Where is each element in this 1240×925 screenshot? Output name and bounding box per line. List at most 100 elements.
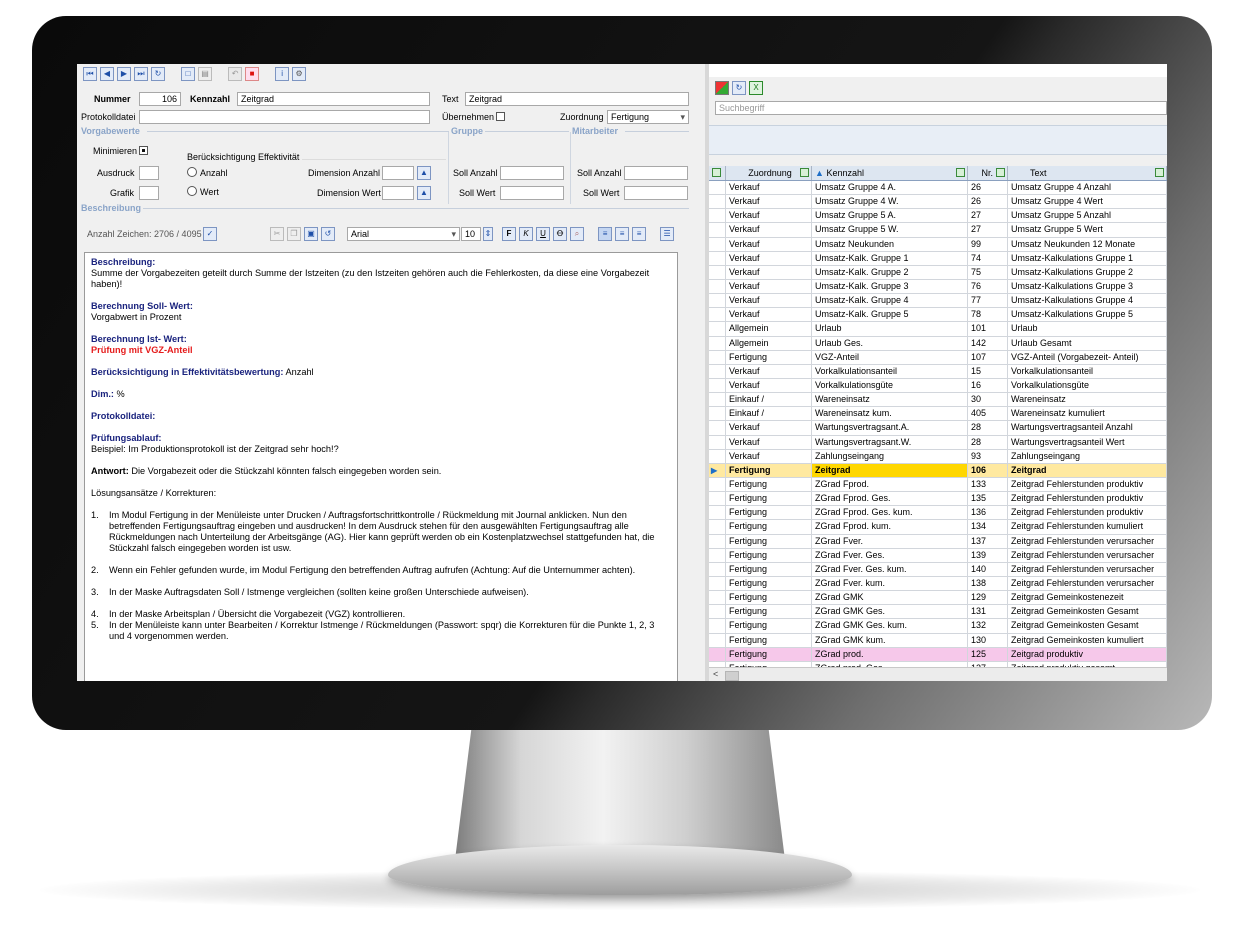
- dimension-anzahl-field[interactable]: [382, 166, 414, 180]
- table-row[interactable]: Fertigung ZGrad GMK Ges. 131 Zeitgrad Gemei…: [709, 605, 1167, 620]
- settings-icon[interactable]: ⚙: [292, 67, 307, 81]
- spellcheck-icon[interactable]: ✓: [203, 227, 217, 241]
- row-indicator[interactable]: [709, 350, 726, 364]
- filter-icon[interactable]: [956, 168, 965, 177]
- grafik-field[interactable]: [139, 186, 159, 200]
- table-row[interactable]: Fertigung ZGrad Fprod. kum. 134 Zeitgrad Fe…: [709, 520, 1167, 535]
- row-indicator[interactable]: [709, 209, 726, 223]
- table-row[interactable]: Verkauf Wartungsvertragsant.A. 28 Wartungsv…: [709, 421, 1167, 436]
- next-record-icon[interactable]: ▶: [117, 67, 131, 81]
- find-icon[interactable]: ⌕: [570, 227, 584, 241]
- row-indicator[interactable]: [709, 477, 726, 492]
- kennzahl-field[interactable]: Zeitgrad: [237, 92, 430, 106]
- bold-icon[interactable]: F: [502, 227, 516, 241]
- row-indicator[interactable]: [709, 393, 726, 407]
- table-row[interactable]: Verkauf Umsatz-Kalk. Gruppe 1 74 Umsatz-Kal…: [709, 251, 1167, 266]
- table-row[interactable]: Verkauf Vorkalkulationsgüte 16 Vorkalkulati…: [709, 378, 1167, 394]
- row-indicator[interactable]: [709, 449, 726, 463]
- filter-icon[interactable]: [800, 168, 809, 177]
- description-editor[interactable]: Beschreibung: Summe der Vorgabezeiten get…: [84, 252, 678, 681]
- font-size-field[interactable]: 10: [461, 227, 481, 241]
- row-indicator[interactable]: [709, 421, 726, 435]
- header-nr[interactable]: Nr.: [968, 166, 1008, 180]
- anzahl-radio[interactable]: Anzahl: [187, 167, 228, 178]
- scrollbar-thumb[interactable]: [725, 671, 739, 681]
- bullet-list-icon[interactable]: ☰: [660, 227, 675, 241]
- table-row[interactable]: Allgemein Urlaub Ges. 142 Urlaub Gesamt: [709, 336, 1167, 351]
- previous-record-icon[interactable]: ◀: [100, 67, 114, 81]
- dimension-anzahl-picker-icon[interactable]: ▲: [417, 166, 431, 180]
- table-row[interactable]: Verkauf Umsatz Gruppe 5 W. 27 Umsatz Gruppe…: [709, 223, 1167, 238]
- row-indicator[interactable]: [709, 506, 726, 520]
- zuordnung-dropdown[interactable]: Fertigung ▾: [607, 110, 689, 124]
- table-row[interactable]: Fertigung VGZ-Anteil 107 VGZ-Anteil (Vorgab…: [709, 350, 1167, 365]
- ausdruck-field[interactable]: [139, 166, 159, 180]
- table-row[interactable]: Fertigung ZGrad Fver. 137 Zeitgrad Fehlerst…: [709, 534, 1167, 549]
- row-indicator[interactable]: [709, 364, 726, 378]
- minimieren-checkbox[interactable]: [139, 146, 148, 155]
- row-indicator[interactable]: [709, 534, 726, 548]
- row-indicator[interactable]: [709, 619, 726, 633]
- row-indicator[interactable]: [709, 294, 726, 308]
- font-name-dropdown[interactable]: Arial ▾: [347, 227, 460, 241]
- mitarbeiter-soll-wert-field[interactable]: [624, 186, 688, 200]
- info-icon[interactable]: i: [275, 67, 290, 81]
- row-indicator[interactable]: [709, 492, 726, 506]
- last-record-icon[interactable]: ⏭: [134, 67, 148, 81]
- align-left-icon[interactable]: ≡: [598, 227, 613, 241]
- row-indicator[interactable]: [709, 223, 726, 237]
- new-record-icon[interactable]: □: [181, 67, 196, 81]
- table-row[interactable]: Verkauf Umsatz Neukunden 99 Umsatz Neukunde…: [709, 237, 1167, 252]
- first-record-icon[interactable]: ⏮: [83, 67, 97, 81]
- row-indicator[interactable]: [709, 407, 726, 421]
- current-row-arrow-icon[interactable]: ▶: [709, 463, 726, 477]
- filter-icon[interactable]: [1155, 168, 1164, 177]
- table-row[interactable]: Verkauf Wartungsvertragsant.W. 28 Wartungsv…: [709, 435, 1167, 450]
- row-indicator[interactable]: [709, 265, 726, 279]
- gruppe-soll-wert-field[interactable]: [500, 186, 564, 200]
- protokolldatei-field[interactable]: [139, 110, 430, 124]
- horizontal-scrollbar[interactable]: <: [709, 667, 1167, 681]
- row-indicator[interactable]: [709, 378, 726, 393]
- row-indicator[interactable]: [709, 435, 726, 449]
- row-indicator[interactable]: [709, 251, 726, 265]
- table-row[interactable]: Fertigung ZGrad GMK 129 Zeitgrad Gemeinkost…: [709, 591, 1167, 606]
- italic-icon[interactable]: K: [519, 227, 533, 241]
- delete-icon[interactable]: ■: [245, 67, 260, 81]
- uebernehmen-checkbox[interactable]: [496, 112, 505, 121]
- row-indicator[interactable]: [709, 336, 726, 350]
- nummer-field[interactable]: 106: [139, 92, 181, 106]
- row-indicator[interactable]: [709, 591, 726, 605]
- table-row[interactable]: Fertigung ZGrad Fprod. Ges. kum. 136 Zeitgr…: [709, 506, 1167, 521]
- cut-icon[interactable]: ✂: [270, 227, 284, 241]
- row-indicator[interactable]: [709, 237, 726, 251]
- table-row[interactable]: Einkauf / Wareneinsatz kum. 405 Wareneinsat…: [709, 407, 1167, 422]
- search-input[interactable]: Suchbegriff: [715, 101, 1167, 115]
- table-row[interactable]: Fertigung ZGrad Fver. Ges. kum. 140 Zeitgra…: [709, 562, 1167, 577]
- row-indicator[interactable]: [709, 647, 726, 661]
- header-kennzahl[interactable]: ▲ Kennzahl: [812, 166, 968, 180]
- row-indicator[interactable]: [709, 520, 726, 534]
- row-indicator[interactable]: [709, 308, 726, 322]
- dimension-wert-field[interactable]: [382, 186, 414, 200]
- table-row[interactable]: Verkauf Umsatz-Kalk. Gruppe 4 77 Umsatz-Kal…: [709, 294, 1167, 309]
- row-indicator[interactable]: [709, 195, 726, 209]
- filter-icon[interactable]: [996, 168, 1005, 177]
- row-indicator[interactable]: [709, 562, 726, 576]
- refresh-icon[interactable]: ↻: [732, 81, 746, 95]
- underline-icon[interactable]: U: [536, 227, 550, 241]
- copy-icon[interactable]: ❐: [287, 227, 301, 241]
- table-row[interactable]: Fertigung ZGrad GMK kum. 130 Zeitgrad Gemei…: [709, 633, 1167, 648]
- table-row[interactable]: Allgemein Urlaub 101 Urlaub: [709, 322, 1167, 337]
- row-indicator[interactable]: [709, 279, 726, 294]
- table-row[interactable]: Verkauf Umsatz-Kalk. Gruppe 3 76 Umsatz-Kal…: [709, 279, 1167, 295]
- table-row[interactable]: Fertigung ZGrad GMK Ges. kum. 132 Zeitgrad …: [709, 619, 1167, 634]
- group-by-bar[interactable]: [709, 125, 1167, 155]
- align-right-icon[interactable]: ≡: [632, 227, 647, 241]
- gruppe-soll-anzahl-field[interactable]: [500, 166, 564, 180]
- table-row[interactable]: Verkauf Umsatz Gruppe 5 A. 27 Umsatz Gruppe…: [709, 209, 1167, 224]
- table-row[interactable]: Fertigung ZGrad Fprod. Ges. 135 Zeitgrad Fe…: [709, 492, 1167, 507]
- header-text[interactable]: Text: [1008, 166, 1167, 180]
- row-indicator[interactable]: [709, 605, 726, 619]
- filter-icon[interactable]: [712, 168, 721, 177]
